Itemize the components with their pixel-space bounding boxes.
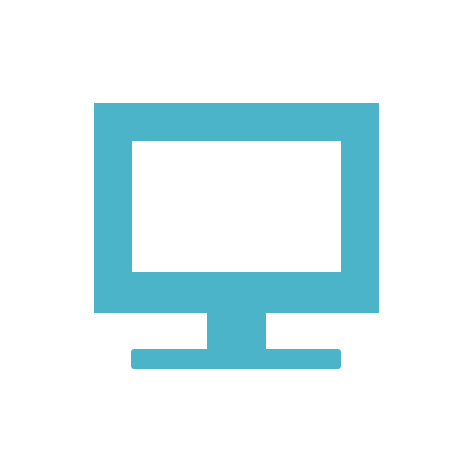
monitor-svg [94,103,379,369]
monitor-screen [132,141,341,272]
monitor-neck [207,313,266,353]
icon-canvas [0,0,474,474]
monitor-icon [0,0,474,474]
monitor-base [131,349,341,369]
